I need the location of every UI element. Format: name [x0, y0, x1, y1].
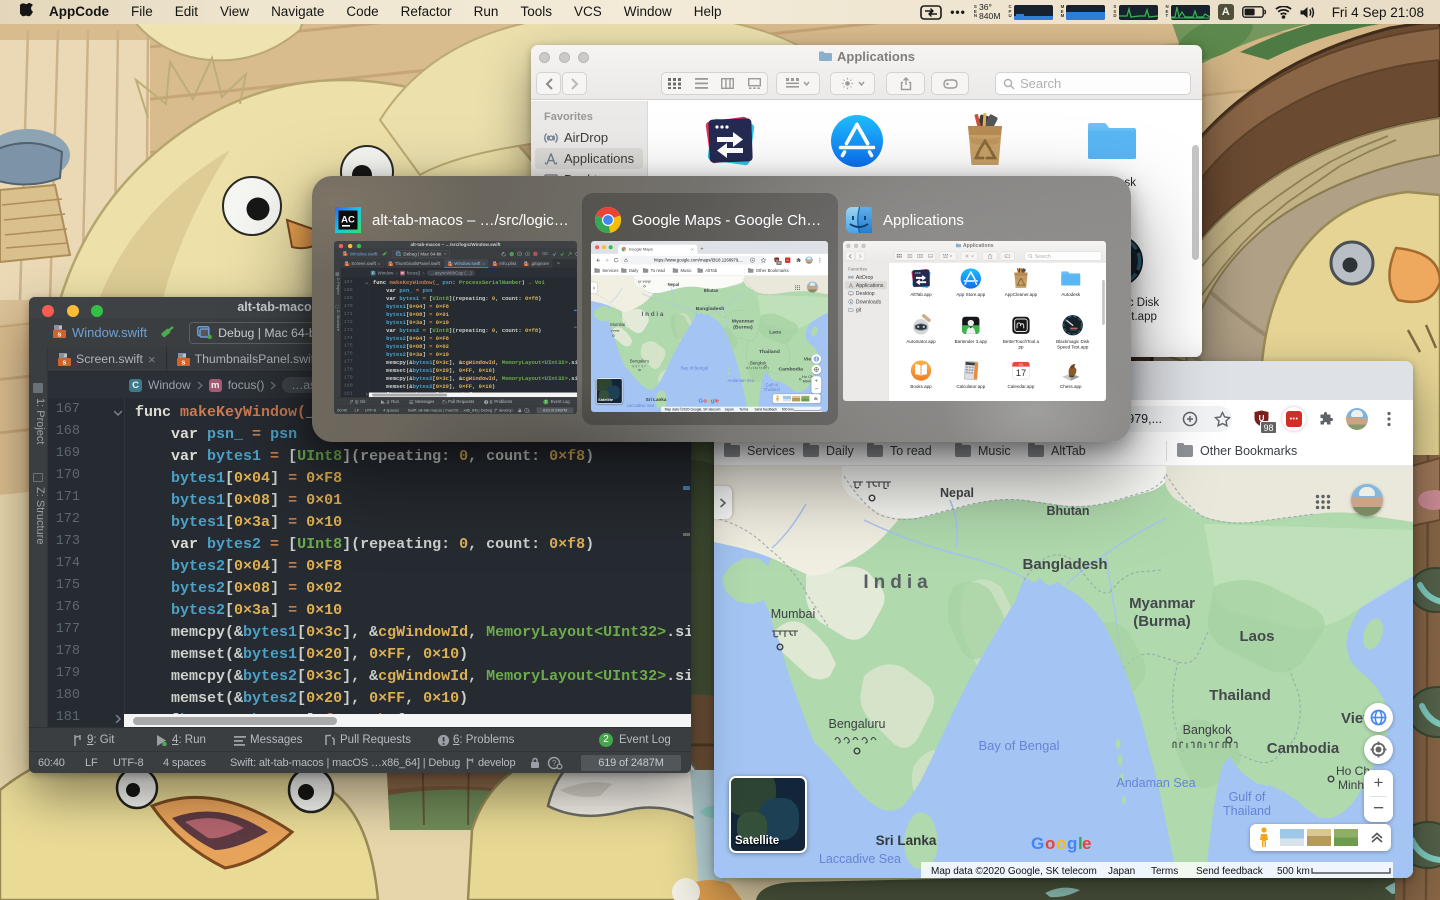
svg-text:Bangkok: Bangkok	[1183, 723, 1232, 737]
svg-text:?: ?	[552, 759, 557, 768]
svg-text:Cambodia: Cambodia	[778, 367, 803, 373]
svg-text:Laos: Laos	[769, 330, 781, 336]
svg-text:Terms: Terms	[739, 408, 749, 412]
svg-text:500 km: 500 km	[782, 408, 793, 412]
svg-text:Terms: Terms	[1151, 866, 1178, 877]
svg-text:Send feedback: Send feedback	[754, 408, 777, 412]
svg-text:India: India	[642, 311, 666, 318]
svg-text:g: g	[1067, 834, 1077, 853]
svg-text:G: G	[1031, 834, 1044, 853]
svg-text:Andaman Sea: Andaman Sea	[727, 378, 754, 383]
svg-text:India: India	[863, 572, 932, 593]
svg-text:(Burma): (Burma)	[1133, 613, 1191, 630]
svg-text:e: e	[1082, 834, 1091, 853]
svg-text:Nepal: Nepal	[940, 486, 974, 500]
svg-text:Thailand: Thailand	[759, 349, 780, 355]
svg-text:Mumbai: Mumbai	[610, 322, 625, 327]
svg-text:Andaman Sea: Andaman Sea	[1116, 776, 1195, 790]
svg-text:Bangladesh: Bangladesh	[1022, 556, 1107, 573]
svg-text:(Burma): (Burma)	[733, 325, 753, 331]
svg-text:Thailand: Thailand	[1209, 687, 1271, 704]
svg-text:Japan: Japan	[1108, 866, 1135, 877]
svg-text:JUL: JUL	[1019, 362, 1024, 366]
svg-text:Bhutan: Bhutan	[704, 288, 719, 293]
svg-text:Bengaluru: Bengaluru	[829, 717, 886, 731]
svg-text:Cambodia: Cambodia	[1267, 740, 1340, 757]
svg-text:Map data ©2020 Google, SK tele: Map data ©2020 Google, SK telecom	[665, 408, 721, 412]
svg-text:Sri Lanka: Sri Lanka	[646, 397, 667, 402]
svg-text:s: s	[181, 359, 185, 366]
svg-text:o: o	[1045, 834, 1055, 853]
svg-text:Bay of Bengal: Bay of Bengal	[979, 738, 1060, 753]
svg-text:Map data ©2020 Google, SK tele: Map data ©2020 Google, SK telecom	[931, 866, 1097, 877]
svg-text:17: 17	[1016, 368, 1026, 378]
svg-text:o: o	[1056, 834, 1066, 853]
svg-text:Sri Lanka: Sri Lanka	[876, 833, 937, 848]
svg-text:Laccadive Sea: Laccadive Sea	[627, 403, 655, 408]
svg-text:Myanmar: Myanmar	[1129, 595, 1195, 612]
svg-text:Send feedback: Send feedback	[1196, 866, 1264, 877]
svg-text:Bengaluru: Bengaluru	[630, 358, 650, 363]
svg-text:Bangkok: Bangkok	[750, 360, 767, 365]
svg-text:500 km: 500 km	[1277, 866, 1310, 877]
svg-text:Mumbai: Mumbai	[771, 607, 815, 621]
svg-text:Laccadive Sea: Laccadive Sea	[819, 852, 901, 866]
svg-text:s: s	[58, 331, 62, 338]
svg-text:Gulf of: Gulf of	[1229, 790, 1266, 804]
svg-text:Bay of Bengal: Bay of Bengal	[681, 366, 708, 371]
svg-text:Nepal: Nepal	[668, 282, 680, 287]
svg-text:Bhutan: Bhutan	[1046, 504, 1089, 518]
svg-text:e: e	[716, 398, 719, 404]
svg-text:Laos: Laos	[1239, 628, 1274, 645]
svg-text:s: s	[63, 359, 67, 366]
svg-text:Thailand: Thailand	[1223, 804, 1271, 818]
svg-text:Thailand: Thailand	[764, 387, 781, 392]
svg-text:Japan: Japan	[725, 408, 734, 412]
svg-text:AC: AC	[341, 215, 355, 226]
svg-text:Bangladesh: Bangladesh	[696, 306, 725, 312]
